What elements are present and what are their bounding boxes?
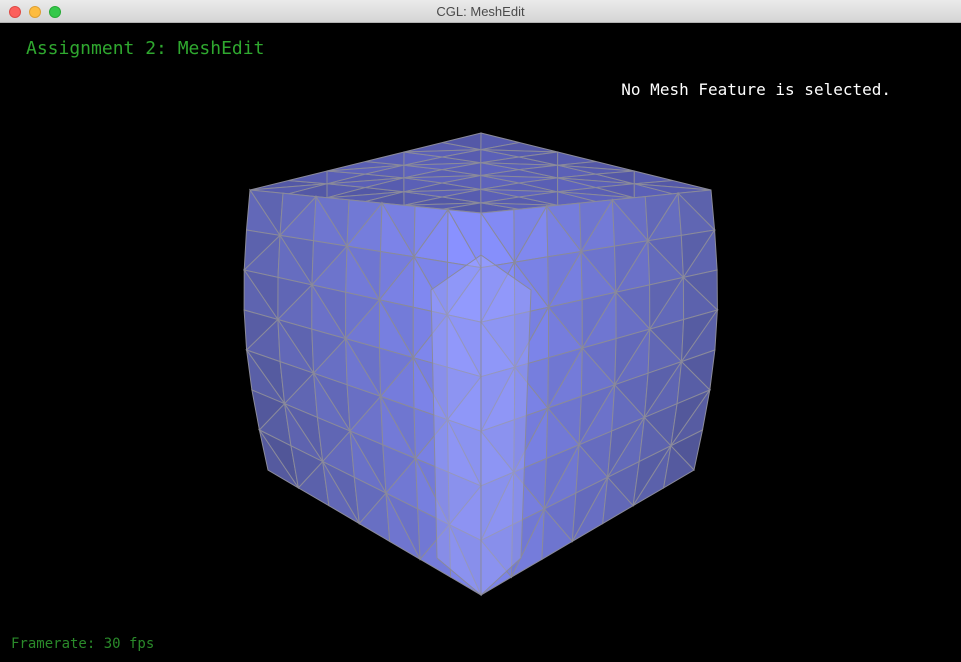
selection-status: No Mesh Feature is selected. bbox=[621, 80, 891, 99]
app-heading: Assignment 2: MeshEdit bbox=[26, 38, 265, 59]
framerate-readout: Framerate: 30 fps bbox=[11, 636, 155, 652]
window-title: CGL: MeshEdit bbox=[436, 4, 525, 19]
render-viewport[interactable]: Assignment 2: MeshEdit No Mesh Feature i… bbox=[0, 23, 961, 662]
app-window: CGL: MeshEdit Assignment 2: MeshEdit No … bbox=[0, 0, 961, 662]
title-bar[interactable]: CGL: MeshEdit bbox=[0, 0, 961, 23]
rounded-cube-mesh[interactable] bbox=[0, 23, 961, 662]
